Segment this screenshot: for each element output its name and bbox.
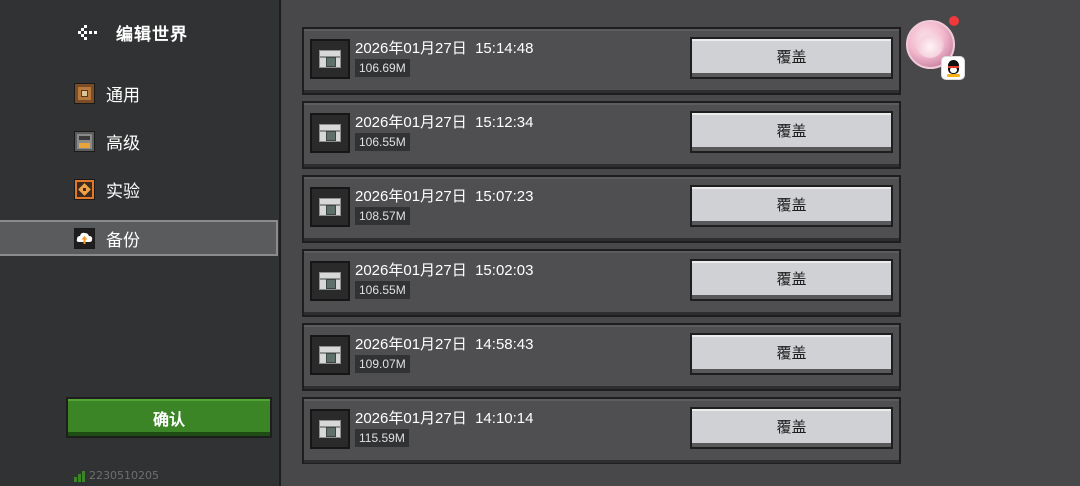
sidebar-item-general[interactable]: 通用: [0, 75, 278, 111]
furnace-icon: [74, 130, 95, 152]
backup-row: 2026年01月27日 14:10:14 115.59M 覆盖: [302, 397, 901, 464]
sidebar-item-label: 实验: [106, 181, 140, 202]
overwrite-button[interactable]: 覆盖: [690, 185, 893, 227]
backup-row: 2026年01月27日 15:07:23 108.57M 覆盖: [302, 175, 901, 243]
overwrite-button[interactable]: 覆盖: [690, 111, 893, 153]
overwrite-button[interactable]: 覆盖: [690, 333, 893, 375]
backup-date: 2026年01月27日: [355, 188, 467, 205]
backup-time: 15:12:34: [475, 114, 534, 131]
backup-row: 2026年01月27日 15:14:48 106.69M 覆盖: [302, 27, 901, 95]
sidebar-item-advanced[interactable]: 高级: [0, 123, 278, 159]
backup-size: 108.57M: [355, 207, 410, 225]
backup-timestamp: 2026年01月27日 15:12:34: [355, 111, 533, 132]
backup-size: 115.59M: [355, 429, 409, 447]
overwrite-button[interactable]: 覆盖: [690, 259, 893, 301]
back-arrow-icon[interactable]: [76, 22, 100, 42]
cloud-upload-icon: [74, 227, 95, 249]
backup-timestamp: 2026年01月27日 14:10:14: [355, 407, 533, 428]
backup-size: 106.55M: [355, 133, 410, 151]
world-save-icon: [310, 335, 350, 375]
backup-date: 2026年01月27日: [355, 262, 467, 279]
backup-size: 109.07M: [355, 355, 410, 373]
sidebar-item-experiments[interactable]: 实验: [0, 171, 278, 207]
world-save-icon: [310, 261, 350, 301]
backup-row: 2026年01月27日 15:02:03 106.55M 覆盖: [302, 249, 901, 317]
world-save-icon: [310, 187, 350, 227]
world-save-icon: [310, 39, 350, 79]
page-title: 编辑世界: [116, 24, 188, 45]
backup-timestamp: 2026年01月27日 15:07:23: [355, 185, 533, 206]
confirm-button[interactable]: 确认: [66, 397, 272, 438]
overwrite-button[interactable]: 覆盖: [690, 37, 893, 79]
notification-dot: [949, 16, 959, 26]
sidebar: 编辑世界 通用 高级 实验 备份 确认 2230510205: [0, 0, 281, 486]
sidebar-item-label: 通用: [106, 85, 140, 106]
backup-date: 2026年01月27日: [355, 336, 467, 353]
qq-penguin-icon: [941, 56, 965, 80]
backup-row: 2026年01月27日 14:58:43 109.07M 覆盖: [302, 323, 901, 391]
world-save-icon: [310, 113, 350, 153]
backup-time: 15:14:48: [475, 40, 534, 57]
sidebar-header: 编辑世界: [76, 20, 188, 45]
backup-size: 106.55M: [355, 281, 410, 299]
overwrite-button[interactable]: 覆盖: [690, 407, 893, 449]
backup-date: 2026年01月27日: [355, 40, 467, 57]
backup-timestamp: 2026年01月27日 14:58:43: [355, 333, 533, 354]
backup-date: 2026年01月27日: [355, 114, 467, 131]
command-block-icon: [74, 82, 95, 104]
world-save-icon: [310, 409, 350, 449]
backup-time: 14:58:43: [475, 336, 534, 353]
backup-timestamp: 2026年01月27日 15:02:03: [355, 259, 533, 280]
backup-time: 14:10:14: [475, 410, 534, 427]
user-id-footer: 2230510205: [74, 466, 159, 482]
experiment-block-icon: [74, 178, 95, 200]
sidebar-item-label: 高级: [106, 133, 140, 154]
user-id-text: 2230510205: [89, 469, 159, 482]
backup-date: 2026年01月27日: [355, 410, 467, 427]
backup-size: 106.69M: [355, 59, 410, 77]
backup-row: 2026年01月27日 15:12:34 106.55M 覆盖: [302, 101, 901, 169]
backup-time: 15:07:23: [475, 188, 534, 205]
backup-time: 15:02:03: [475, 262, 534, 279]
backup-timestamp: 2026年01月27日 15:14:48: [355, 37, 533, 58]
signal-icon: [74, 470, 85, 482]
sidebar-item-backup[interactable]: 备份: [0, 220, 278, 256]
backup-list[interactable]: 2026年01月27日 15:14:48 106.69M 覆盖 2026年01月…: [302, 27, 901, 464]
sidebar-item-label: 备份: [106, 230, 140, 251]
